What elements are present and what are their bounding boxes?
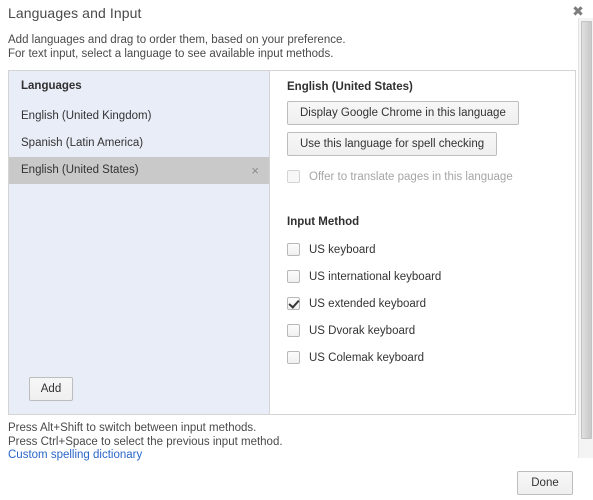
input-method-checkbox[interactable] bbox=[287, 324, 300, 337]
keyboard-shortcut-hints: Press Alt+Shift to switch between input … bbox=[8, 422, 283, 448]
done-button[interactable]: Done bbox=[517, 471, 573, 495]
remove-language-icon[interactable]: × bbox=[251, 157, 259, 184]
list-item[interactable]: English (United Kingdom) bbox=[9, 103, 269, 130]
close-icon[interactable]: ✖ bbox=[570, 3, 586, 19]
list-item-selected[interactable]: English (United States) × bbox=[9, 157, 269, 184]
languages-list[interactable]: English (United Kingdom) Spanish (Latin … bbox=[9, 103, 269, 368]
languages-list-header: Languages bbox=[21, 80, 82, 92]
scrollbar-thumb[interactable] bbox=[581, 21, 592, 439]
language-label: Spanish (Latin America) bbox=[21, 137, 144, 149]
offer-translate-row: Offer to translate pages in this languag… bbox=[287, 163, 559, 190]
add-language-area: Add bbox=[9, 368, 269, 414]
add-language-button[interactable]: Add bbox=[29, 377, 73, 401]
input-method-checkbox[interactable] bbox=[287, 243, 300, 256]
input-method-label: US international keyboard bbox=[309, 270, 442, 283]
input-method-label: US Dvorak keyboard bbox=[309, 324, 416, 337]
language-label: English (United States) bbox=[21, 164, 139, 176]
offer-translate-checkbox bbox=[287, 170, 300, 183]
languages-panel: Languages English (United Kingdom) Spani… bbox=[9, 71, 270, 414]
input-method-checkbox[interactable] bbox=[287, 270, 300, 283]
input-method-label: US extended keyboard bbox=[309, 297, 426, 310]
input-method-row[interactable]: US extended keyboard bbox=[287, 290, 559, 317]
vertical-scrollbar[interactable] bbox=[578, 18, 593, 458]
display-chrome-in-language-button[interactable]: Display Google Chrome in this language bbox=[287, 101, 519, 125]
input-method-row[interactable]: US international keyboard bbox=[287, 263, 559, 290]
spell-check-button-row: Use this language for spell checking bbox=[287, 132, 559, 156]
input-method-row[interactable]: US keyboard bbox=[287, 236, 559, 263]
input-method-row[interactable]: US Dvorak keyboard bbox=[287, 317, 559, 344]
input-method-checkbox[interactable] bbox=[287, 351, 300, 364]
dialog-description: Add languages and drag to order them, ba… bbox=[8, 34, 346, 60]
language-details-panel: English (United States) Display Google C… bbox=[271, 71, 575, 414]
input-method-label: US keyboard bbox=[309, 243, 376, 256]
selected-language-title: English (United States) bbox=[287, 81, 413, 93]
display-chrome-button-row: Display Google Chrome in this language bbox=[287, 101, 559, 125]
language-label: English (United Kingdom) bbox=[21, 110, 152, 122]
page-title: Languages and Input bbox=[8, 5, 142, 21]
input-method-checkbox[interactable] bbox=[287, 297, 300, 310]
input-method-row[interactable]: US Colemak keyboard bbox=[287, 344, 559, 371]
content-box: Languages English (United Kingdom) Spani… bbox=[8, 70, 576, 415]
input-method-title: Input Method bbox=[287, 216, 360, 228]
input-method-label: US Colemak keyboard bbox=[309, 351, 425, 364]
languages-and-input-dialog: ✖ Languages and Input Add languages and … bbox=[0, 0, 593, 500]
custom-spelling-dictionary-link[interactable]: Custom spelling dictionary bbox=[8, 449, 142, 461]
use-for-spell-checking-button[interactable]: Use this language for spell checking bbox=[287, 132, 498, 156]
list-item[interactable]: Spanish (Latin America) bbox=[9, 130, 269, 157]
offer-translate-label: Offer to translate pages in this languag… bbox=[309, 170, 513, 183]
